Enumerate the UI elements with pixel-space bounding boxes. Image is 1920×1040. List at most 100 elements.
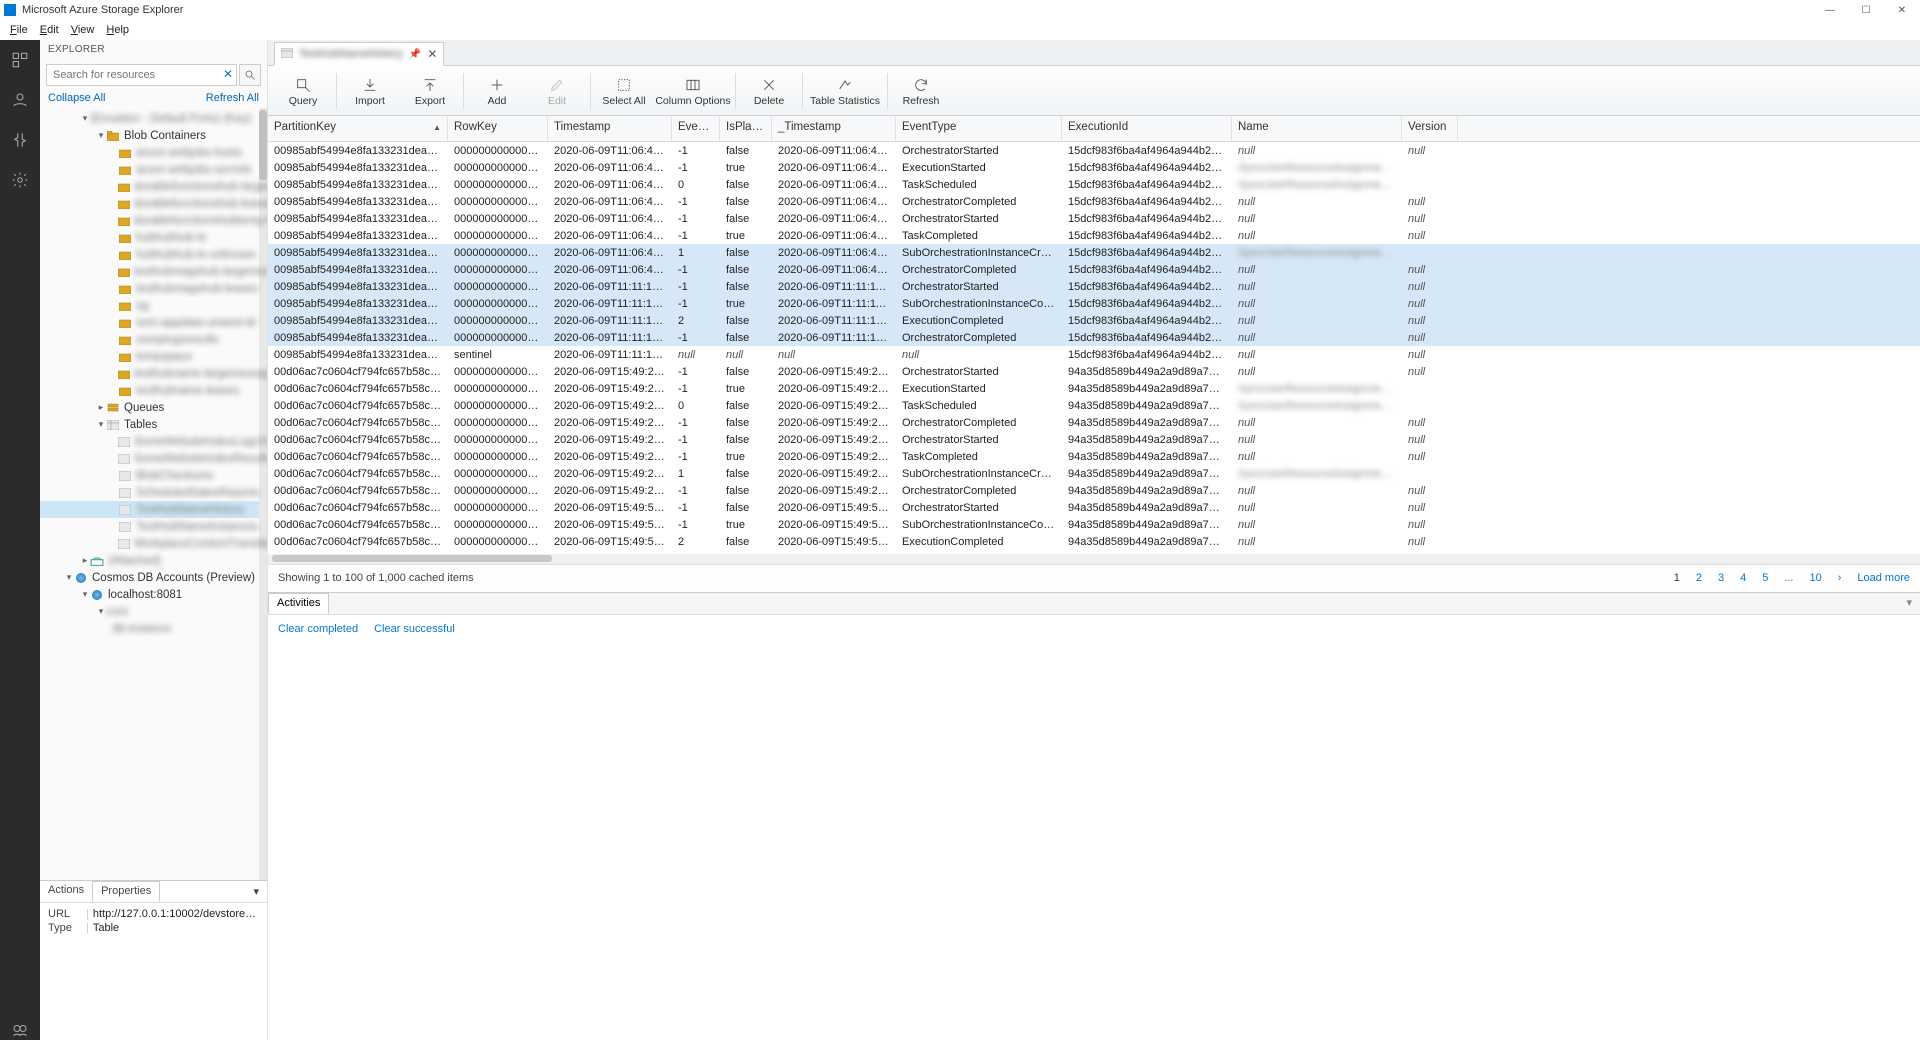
tree-item[interactable]: durablefunctionshub-leases [40,195,267,212]
tree-cosmos[interactable]: ▾Cosmos DB Accounts (Preview) [40,569,267,586]
window-minimize[interactable]: ― [1812,0,1848,20]
load-more-link[interactable]: Load more [1857,572,1910,584]
tree-tables[interactable]: ▾Tables [40,416,267,433]
table-row[interactable]: 00d06ac7c0604cf794fc657b58c4939600000000… [268,414,1920,431]
col-version[interactable]: Version [1402,116,1458,141]
page-5[interactable]: 5 [1762,572,1768,584]
table-row[interactable]: 00d06ac7c0604cf794fc657b58c4939600000000… [268,465,1920,482]
query-button[interactable]: Query [274,70,332,111]
tree-item[interactable]: db-instance [40,620,267,637]
account-icon[interactable] [10,90,30,110]
table-row[interactable]: 00d06ac7c0604cf794fc657b58c4939600000000… [268,516,1920,533]
tree-blob-containers[interactable]: ▾Blob Containers [40,127,267,144]
tab-properties[interactable]: Properties [92,881,160,902]
connect-icon[interactable] [10,130,30,150]
grid-body[interactable]: 00985abf54994e8fa133231deadfa64200000000… [268,142,1920,554]
tree-cosmos-host[interactable]: ▾localhost:8081 [40,586,267,603]
tree-item[interactable]: SomeWebsiteIndexLogs20 [40,433,267,450]
tree-item[interactable]: hubhubhub-le [40,229,267,246]
table-row[interactable]: 00985abf54994e8fa133231deadfa64200000000… [268,329,1920,346]
table-row[interactable]: 00d06ac7c0604cf794fc657b58c4939600000000… [268,448,1920,465]
tree-item[interactable]: durablefunctionshub-largem [40,178,267,195]
refresh-all-link[interactable]: Refresh All [206,92,259,104]
search-input[interactable] [46,64,237,86]
select-all-button[interactable]: Select All [595,70,653,111]
tree-emulator[interactable]: ▾(Emulator - Default Ports) (Key) [40,110,267,127]
tree-item[interactable]: tempspace [40,348,267,365]
col-timestamp2[interactable]: _Timestamp [772,116,896,141]
import-button[interactable]: Import [341,70,399,111]
table-row[interactable]: 00985abf54994e8fa133231deadfa642sentinel… [268,346,1920,363]
page-10[interactable]: 10 [1809,572,1821,584]
menu-edit[interactable]: Edit [34,22,65,38]
tree-item[interactable]: TestHubNameInstances [40,518,267,535]
explorer-icon[interactable] [10,50,30,70]
col-eventtype[interactable]: EventType [896,116,1062,141]
tab-activities[interactable]: Activities [268,593,329,614]
table-row[interactable]: 00d06ac7c0604cf794fc657b58c4939600000000… [268,380,1920,397]
delete-button[interactable]: Delete [740,70,798,111]
table-row[interactable]: 00985abf54994e8fa133231deadfa64200000000… [268,261,1920,278]
col-timestamp[interactable]: Timestamp [548,116,672,141]
table-row[interactable]: 00d06ac7c0604cf794fc657b58c4939600000000… [268,397,1920,414]
resource-tree[interactable]: ▾(Emulator - Default Ports) (Key) ▾Blob … [40,108,267,880]
window-close[interactable]: ✕ [1884,0,1920,20]
tree-item[interactable]: durablefunctionshubtemp-le [40,212,267,229]
clear-completed-link[interactable]: Clear completed [278,623,358,635]
tree-item[interactable]: testhubmagshub-leases [40,280,267,297]
table-statistics-button[interactable]: Table Statistics [807,70,883,111]
tree-item[interactable]: ▾core [40,603,267,620]
col-name[interactable]: Name [1232,116,1402,141]
search-button[interactable] [239,64,261,86]
tree-item[interactable]: azure-webjobs-secrets [40,161,267,178]
page-2[interactable]: 2 [1696,572,1702,584]
page-4[interactable]: 4 [1740,572,1746,584]
tree-item[interactable]: og [40,297,267,314]
window-maximize[interactable]: ☐ [1848,0,1884,20]
table-row[interactable]: 00d06ac7c0604cf794fc657b58c4939600000000… [268,431,1920,448]
menu-help[interactable]: Help [100,22,135,38]
tree-item[interactable]: azure-webjobs-hosts [40,144,267,161]
tree-queues[interactable]: ▸Queues [40,399,267,416]
col-executionid[interactable]: ExecutionId [1062,116,1232,141]
tree-item[interactable]: sompingsresults [40,331,267,348]
properties-dropdown[interactable]: ▾ [245,881,267,902]
grid-header[interactable]: PartitionKey▲ RowKey Timestamp EventId I… [268,116,1920,142]
table-row[interactable]: 00d06ac7c0604cf794fc657b58c4939600000000… [268,363,1920,380]
table-row[interactable]: 00985abf54994e8fa133231deadfa64200000000… [268,227,1920,244]
table-row[interactable]: 00985abf54994e8fa133231deadfa64200000000… [268,312,1920,329]
add-button[interactable]: Add [468,70,526,111]
table-row[interactable]: 00985abf54994e8fa133231deadfa64200000000… [268,278,1920,295]
tree-item[interactable]: som-appdata-uswest-bl [40,314,267,331]
table-row[interactable]: 00985abf54994e8fa133231deadfa64200000000… [268,193,1920,210]
table-row[interactable]: 00985abf54994e8fa133231deadfa64200000000… [268,176,1920,193]
tree-item[interactable]: WorkplaceContentTranslator [40,535,267,552]
close-tab-icon[interactable]: ✕ [427,47,437,61]
tree-item[interactable]: SomeWebsiteIndexResults [40,450,267,467]
tree-item[interactable]: testhubname-leases [40,382,267,399]
table-row[interactable]: 00985abf54994e8fa133231deadfa64200000000… [268,159,1920,176]
tree-item[interactable]: ScheduledSalesReports [40,484,267,501]
table-row[interactable]: 00d06ac7c0604cf794fc657b58c4939600000000… [268,533,1920,550]
col-partitionkey[interactable]: PartitionKey▲ [268,116,448,141]
tree-item[interactable]: BlobCheckums [40,467,267,484]
refresh-button[interactable]: Refresh [892,70,950,111]
table-row[interactable]: 00985abf54994e8fa133231deadfa64200000000… [268,295,1920,312]
pin-icon[interactable]: 📌 [409,49,421,60]
clear-successful-link[interactable]: Clear successful [374,623,455,635]
menu-view[interactable]: View [65,22,101,38]
tree-item-selected[interactable]: TestHubNameHistory [40,501,267,518]
column-options-button[interactable]: Column Options [655,70,731,111]
col-isplayed[interactable]: IsPlayed [720,116,772,141]
tree-item[interactable]: hubhubhub-le-unknown [40,246,267,263]
page-next[interactable]: › [1838,572,1842,584]
tree-attached[interactable]: ▸(Attached) [40,552,267,569]
feedback-icon[interactable] [10,1020,30,1040]
page-1[interactable]: 1 [1674,572,1680,584]
export-button[interactable]: Export [401,70,459,111]
horizontal-scrollbar[interactable] [268,554,1920,564]
table-row[interactable]: 00d06ac7c0604cf794fc657b58c4939600000000… [268,482,1920,499]
table-row[interactable]: 00985abf54994e8fa133231deadfa64200000000… [268,210,1920,227]
table-row[interactable]: 00985abf54994e8fa133231deadfa64200000000… [268,142,1920,159]
col-eventid[interactable]: EventId [672,116,720,141]
